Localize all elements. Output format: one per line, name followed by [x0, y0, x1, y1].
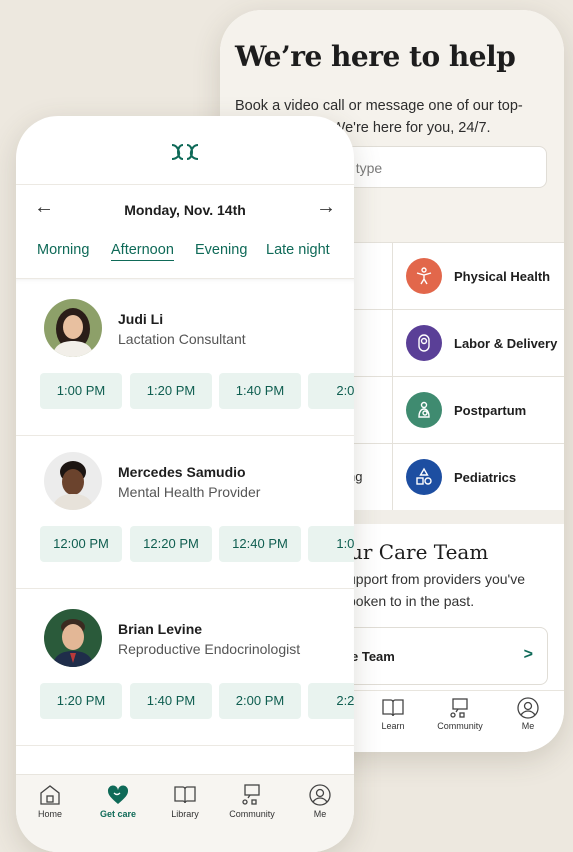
care-team-button[interactable]: e Team > [320, 627, 548, 685]
parent-child-icon [406, 392, 442, 428]
baby-icon [406, 325, 442, 361]
time-slot-button[interactable]: 1:00 [308, 526, 354, 562]
tab-community[interactable]: Community [222, 783, 282, 819]
provider-name: Mercedes Samudio [118, 464, 246, 480]
tab-label: Community [229, 809, 275, 819]
tab-me[interactable]: Me [290, 783, 350, 819]
tab-afternoon[interactable]: Afternoon [111, 242, 174, 261]
avatar [44, 299, 102, 357]
category-label: Labor & Delivery [454, 335, 558, 351]
time-slot-button[interactable]: 12:00 PM [40, 526, 122, 562]
arrow-right-icon[interactable]: → [316, 196, 336, 219]
selected-date: Monday, Nov. 14th [124, 202, 246, 218]
tab-library[interactable]: Library [155, 783, 215, 819]
heart-icon [107, 785, 129, 804]
time-slot-button[interactable]: 12:20 PM [130, 526, 212, 562]
tab-get-care[interactable]: Get care [88, 783, 148, 819]
chat-icon [450, 698, 468, 718]
toy-blocks-icon [406, 459, 442, 495]
tab-late-night[interactable]: Late night [266, 242, 330, 258]
care-team-subtitle: upport from providers you've poken to in… [348, 571, 525, 609]
chevron-right-icon: > [523, 646, 533, 663]
tab-label: Library [171, 809, 199, 819]
time-slot-button[interactable]: 12:40 PM [219, 526, 301, 562]
provider-role: Lactation Consultant [118, 331, 246, 347]
profile-icon [309, 784, 331, 806]
category-postpartum[interactable]: Postpartum [406, 392, 526, 428]
avatar [44, 452, 102, 510]
tab-label: Learn [381, 721, 405, 731]
avatar [44, 609, 102, 667]
tab-morning[interactable]: Morning [37, 242, 89, 258]
provider-card[interactable]: Mercedes Samudio Mental Health Provider … [16, 432, 354, 589]
tab-me[interactable]: Me [498, 697, 558, 731]
category-physical-health[interactable]: Physical Health [406, 258, 550, 294]
category-label: Physical Health [454, 268, 551, 284]
front-phone-screen: ← Monday, Nov. 14th → Morning Afternoon … [16, 116, 354, 852]
provider-name: Brian Levine [118, 621, 203, 637]
tab-community[interactable]: Community [430, 697, 490, 731]
tab-home[interactable]: Home [20, 783, 80, 819]
provider-card[interactable]: Judi Li Lactation Consultant 1:00 PM 1:2… [16, 279, 354, 436]
book-icon [174, 786, 196, 804]
time-slot-button[interactable]: 2:00 PM [219, 683, 301, 719]
brand-logo [16, 142, 354, 167]
category-label: Pediatrics [454, 469, 517, 485]
time-slot-button[interactable]: 1:40 PM [130, 683, 212, 719]
date-selector: ← Monday, Nov. 14th → [16, 184, 354, 233]
tab-evening[interactable]: Evening [195, 242, 247, 258]
time-slot-row: 12:00 PM 12:20 PM 12:40 PM 1:00 [40, 526, 354, 562]
provider-role: Mental Health Provider [118, 484, 261, 500]
tab-label: Me [521, 721, 535, 731]
provider-card[interactable]: Brian Levine Reproductive Endocrinologis… [16, 589, 354, 746]
provider-role: Reproductive Endocrinologist [118, 641, 301, 657]
time-slot-button[interactable]: 1:00 PM [40, 373, 122, 409]
time-slot-button[interactable]: 2:20 [308, 683, 354, 719]
tab-learn[interactable]: Learn [363, 697, 423, 731]
bottom-tab-bar: Home Get care Library Community Me [16, 774, 354, 852]
time-of-day-tabs: Morning Afternoon Evening Late night [16, 232, 354, 278]
category-labor-delivery[interactable]: Labor & Delivery [406, 325, 557, 361]
stretch-person-icon [406, 258, 442, 294]
provider-list: Judi Li Lactation Consultant 1:00 PM 1:2… [16, 278, 354, 775]
time-slot-button[interactable]: 1:20 PM [130, 373, 212, 409]
home-icon [40, 785, 60, 805]
category-label: Postpartum [454, 402, 527, 418]
tab-label: Community [437, 721, 483, 731]
profile-icon [517, 697, 539, 719]
tab-label: Get care [99, 809, 137, 819]
tab-label: Home [37, 809, 62, 819]
book-icon [382, 699, 404, 717]
page-title: We’re here to help [235, 40, 516, 73]
time-slot-button[interactable]: 1:20 PM [40, 683, 122, 719]
time-slot-button[interactable]: 2:00 [308, 373, 354, 409]
provider-name: Judi Li [118, 311, 164, 327]
care-team-button-label: e Team [351, 649, 395, 664]
time-slot-button[interactable]: 1:40 PM [219, 373, 301, 409]
category-pediatrics[interactable]: Pediatrics [406, 459, 516, 495]
chat-icon [242, 784, 260, 805]
time-slot-row: 1:00 PM 1:20 PM 1:40 PM 2:00 [40, 373, 354, 409]
time-slot-row: 1:20 PM 1:40 PM 2:00 PM 2:20 [40, 683, 354, 719]
tab-label: Me [313, 809, 327, 819]
care-team-title: ur Care Team [350, 540, 489, 564]
